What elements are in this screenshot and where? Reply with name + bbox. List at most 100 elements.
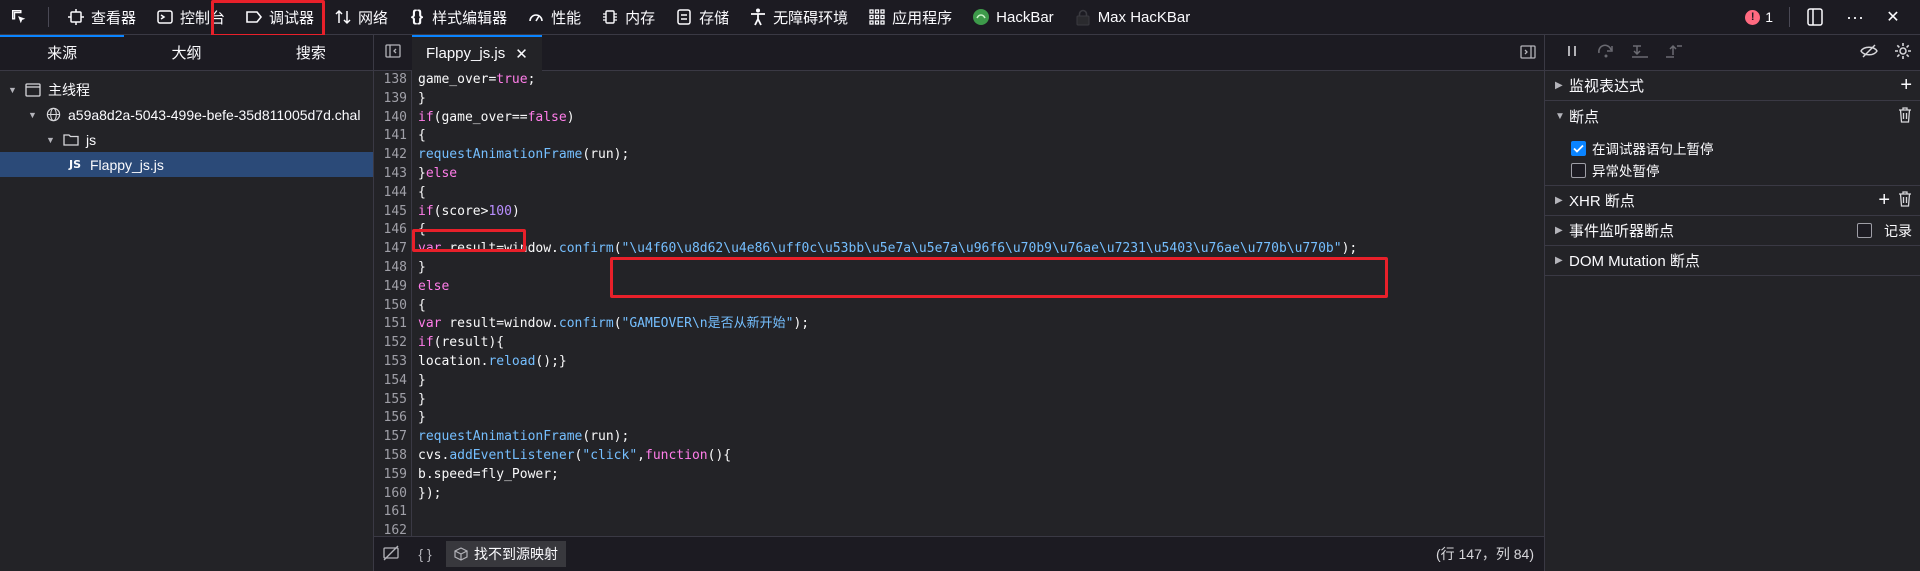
code-line[interactable]: { — [418, 184, 1357, 203]
add-watch-plus-icon[interactable]: + — [1900, 74, 1912, 97]
line-number[interactable]: 162 — [374, 522, 411, 536]
tab-max-hackbar[interactable]: Max HacKBar — [1064, 0, 1201, 35]
line-number[interactable]: 141 — [374, 127, 411, 146]
dom-mutation-breakpoints-header[interactable]: ▶ DOM Mutation 断点 — [1545, 246, 1920, 276]
close-devtools-button[interactable]: ✕ — [1878, 0, 1920, 35]
debugger-settings-button[interactable] — [1886, 35, 1920, 71]
line-number[interactable]: 153 — [374, 353, 411, 372]
tab-memory[interactable]: 内存 — [591, 0, 665, 35]
line-number-gutter[interactable]: 138 139 140 141 142 143 144 145 146 147 148 149 150 1… — [374, 71, 412, 536]
step-over-button[interactable] — [1589, 35, 1623, 71]
code-line[interactable]: if(game_over==false) — [418, 109, 1357, 128]
checkbox-checked-icon[interactable] — [1571, 140, 1586, 156]
code-line[interactable]: } — [418, 391, 1357, 410]
code-line[interactable]: }else — [418, 165, 1357, 184]
xhr-breakpoints-header[interactable]: ▶ XHR 断点 + — [1545, 186, 1920, 216]
line-number[interactable]: 159 — [374, 466, 411, 485]
tab-accessibility[interactable]: 无障碍环境 — [739, 0, 858, 35]
tab-outline[interactable]: 大纲 — [124, 35, 248, 70]
event-listener-breakpoints-header[interactable]: ▶ 事件监听器断点 记录 — [1545, 216, 1920, 246]
tab-hackbar[interactable]: HackBar — [962, 0, 1064, 35]
code-line[interactable]: }); — [418, 485, 1357, 504]
code-line[interactable]: b.speed=fly_Power; — [418, 466, 1357, 485]
line-number[interactable]: 140 — [374, 109, 411, 128]
line-number[interactable]: 147 — [374, 240, 411, 259]
code-line[interactable]: { — [418, 221, 1357, 240]
tree-item-folder[interactable]: ▼ js — [0, 127, 373, 152]
code-line[interactable] — [418, 503, 1357, 522]
line-number[interactable]: 143 — [374, 165, 411, 184]
code-line[interactable]: } — [418, 90, 1357, 109]
tab-inspector[interactable]: 查看器 — [57, 0, 146, 35]
watch-expressions-header[interactable]: ▶ 监视表达式 + — [1545, 71, 1920, 101]
tab-search[interactable]: 搜索 — [249, 35, 373, 70]
code-line[interactable]: cvs.addEventListener("click",function(){ — [418, 447, 1357, 466]
source-map-button[interactable]: 找不到源映射 — [446, 541, 566, 567]
code-line[interactable]: } — [418, 409, 1357, 428]
tab-application[interactable]: 应用程序 — [858, 0, 962, 35]
code-line[interactable] — [418, 522, 1357, 536]
code-line[interactable]: { — [418, 297, 1357, 316]
log-checkbox[interactable] — [1857, 223, 1872, 238]
code-line[interactable]: { — [418, 127, 1357, 146]
pause-on-debugger-statement-option[interactable]: 在调试器语句上暂停 — [1545, 137, 1920, 159]
line-number[interactable]: 152 — [374, 334, 411, 353]
code-editor[interactable]: 138 139 140 141 142 143 144 145 146 147 148 149 150 1… — [374, 71, 1544, 536]
line-number[interactable]: 149 — [374, 278, 411, 297]
tab-network[interactable]: 网络 — [324, 0, 398, 35]
line-number[interactable]: 139 — [374, 90, 411, 109]
pause-on-exceptions-option[interactable]: 异常处暂停 — [1545, 159, 1920, 181]
step-in-button[interactable] — [1623, 35, 1657, 71]
tab-performance[interactable]: 性能 — [517, 0, 591, 35]
tab-storage[interactable]: 存储 — [665, 0, 739, 35]
code-line[interactable]: var result=window.confirm("GAMEOVER\n是否从… — [418, 315, 1357, 334]
close-tab-icon[interactable]: ✕ — [515, 45, 528, 63]
element-picker-button[interactable] — [0, 0, 40, 35]
more-options-button[interactable]: ··· — [1838, 0, 1878, 35]
line-number[interactable]: 150 — [374, 297, 411, 316]
tab-console[interactable]: 控制台 — [146, 0, 235, 35]
line-number[interactable]: 151 — [374, 315, 411, 334]
line-number[interactable]: 144 — [374, 184, 411, 203]
line-number[interactable]: 155 — [374, 391, 411, 410]
tree-item-origin[interactable]: ▼ a59a8d2a-5043-499e-befe-35d811005d7d.c… — [0, 102, 373, 127]
deactivate-breakpoints-button[interactable] — [1852, 35, 1886, 71]
remove-all-breakpoints-trash-icon[interactable] — [1898, 106, 1912, 126]
remove-xhr-trash-icon[interactable] — [1898, 191, 1912, 210]
line-number[interactable]: 138 — [374, 71, 411, 90]
toggle-debugger-pane-button[interactable] — [1520, 35, 1536, 71]
code-line[interactable]: game_over=true; — [418, 71, 1357, 90]
add-xhr-plus-icon[interactable]: + — [1878, 189, 1890, 212]
code-line[interactable]: location.reload();} — [418, 353, 1357, 372]
line-number[interactable]: 154 — [374, 372, 411, 391]
toggle-breakpoints-button[interactable] — [374, 537, 408, 571]
line-number[interactable]: 142 — [374, 146, 411, 165]
toggle-sources-pane-button[interactable] — [374, 35, 412, 71]
dock-button[interactable] — [1798, 0, 1838, 35]
tab-style-editor[interactable]: {} 样式编辑器 — [398, 0, 517, 35]
code-line[interactable]: var result=window.confirm("\u4f60\u8d62\… — [418, 240, 1357, 259]
line-number[interactable]: 161 — [374, 503, 411, 522]
checkbox-unchecked-icon[interactable] — [1571, 162, 1586, 178]
code-line[interactable]: } — [418, 259, 1357, 278]
line-number[interactable]: 145 — [374, 203, 411, 222]
editor-tab-flappy-js[interactable]: Flappy_js.js ✕ — [412, 34, 542, 71]
line-number[interactable]: 158 — [374, 447, 411, 466]
code-line[interactable]: requestAnimationFrame(run); — [418, 146, 1357, 165]
tree-item-thread[interactable]: ▼ 主线程 — [0, 77, 373, 102]
step-out-button[interactable] — [1657, 35, 1691, 71]
pretty-print-button[interactable]: { } — [408, 537, 442, 571]
line-number[interactable]: 157 — [374, 428, 411, 447]
code-line[interactable]: } — [418, 372, 1357, 391]
code-line[interactable]: requestAnimationFrame(run); — [418, 428, 1357, 447]
code-line[interactable]: else — [418, 278, 1357, 297]
breakpoints-header[interactable]: ▼ 断点 — [1545, 101, 1920, 131]
line-number[interactable]: 146 — [374, 221, 411, 240]
line-number[interactable]: 148 — [374, 259, 411, 278]
tree-item-file[interactable]: JS Flappy_js.js — [0, 152, 373, 177]
pause-button[interactable] — [1555, 35, 1589, 71]
code-line[interactable]: if(result){ — [418, 334, 1357, 353]
tab-sources[interactable]: 来源 — [0, 35, 125, 70]
code-line[interactable]: if(score>100) — [418, 203, 1357, 222]
tab-debugger[interactable]: 调试器 — [235, 0, 325, 36]
